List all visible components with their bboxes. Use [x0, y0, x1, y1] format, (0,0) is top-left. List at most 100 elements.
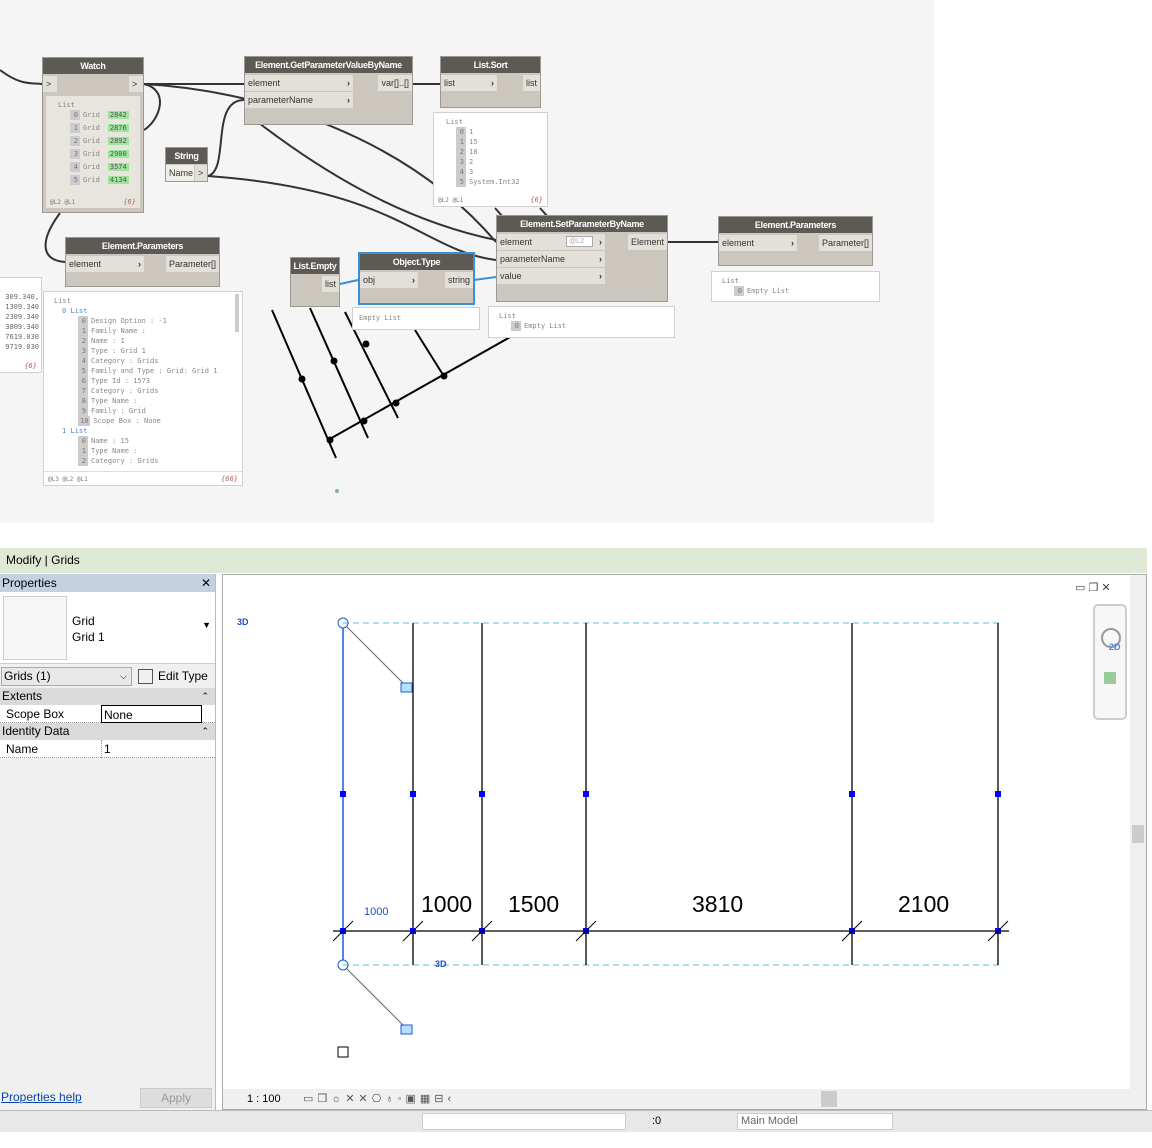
design-option-select[interactable]: Main Model	[737, 1113, 893, 1130]
watch-output-port[interactable]: >	[129, 76, 143, 92]
list-value: 2900	[107, 150, 129, 158]
list-sort-node[interactable]: List.Sort list › list	[440, 56, 541, 108]
3d-extent-label[interactable]: 3D	[435, 959, 447, 969]
element-input-port[interactable]: element ›	[245, 75, 353, 91]
parametername-input-port[interactable]: parameterName ›	[497, 251, 605, 267]
list-index: 4	[78, 356, 88, 366]
preview-scrollbar[interactable]	[235, 294, 239, 332]
property-group-header[interactable]: Identity Data ⌃	[0, 723, 215, 740]
port-label: parameterName	[500, 254, 566, 264]
list-index: 1	[70, 123, 80, 133]
list-item: 9 Family : Grid	[54, 406, 242, 416]
string-value-input[interactable]: Name	[166, 165, 194, 181]
vertical-scrollbar[interactable]	[1130, 575, 1146, 1091]
type-selector[interactable]: Grid Grid 1 ▼	[0, 592, 215, 664]
close-icon[interactable]: ✕	[201, 574, 211, 592]
navigation-bar[interactable]: 2D	[1093, 604, 1127, 720]
apply-button[interactable]: Apply	[140, 1088, 212, 1108]
output-port[interactable]: var[]..[]	[378, 75, 412, 91]
property-group-header[interactable]: Extents ⌃	[0, 688, 215, 705]
list-item: 1 Family Name :	[54, 326, 242, 336]
drawing-area[interactable]: 3D 3D 1000 1000 1500 3810 2100 ▭ ❐ ✕ 2D …	[222, 574, 1147, 1110]
element-input-port[interactable]: element ›	[66, 256, 144, 272]
list-input-port[interactable]: list ›	[441, 75, 497, 91]
watch-node[interactable]: Watch > > List 0 Grid 2842 1 Grid 2876 2 Grid 28…	[42, 57, 144, 213]
watch-input-port[interactable]: >	[43, 76, 57, 92]
port-label: element	[69, 259, 102, 269]
list-item: 5 System.Int32	[446, 177, 547, 187]
zoom-icon[interactable]	[1104, 672, 1116, 684]
element-input-port[interactable]: element ›	[719, 235, 797, 251]
string-node[interactable]: String Name >	[165, 147, 208, 182]
properties-help-link[interactable]: Properties help	[1, 1090, 82, 1104]
list-item: 3 Type : Grid 1	[54, 346, 242, 356]
horizontal-scrollbar-thumb[interactable]	[821, 1091, 837, 1107]
property-value-field[interactable]: None	[101, 705, 202, 723]
list-index: 5	[78, 366, 88, 376]
parameters-output-port[interactable]: Parameter[]	[818, 235, 872, 251]
list-item: 6 Type Id : 1573	[54, 376, 242, 386]
revit-window: Modify | Grids Properties ✕ Grid Grid 1 ▼…	[0, 548, 1152, 1148]
dimension-text[interactable]: 1500	[508, 891, 559, 918]
element-input-port[interactable]: element @L2 ›	[497, 234, 605, 250]
dropdown-arrow-icon[interactable]: ▼	[202, 620, 211, 630]
workset-select[interactable]	[422, 1113, 626, 1130]
list-empty-node[interactable]: List.Empty list	[290, 257, 340, 307]
list-item: 43	[446, 167, 547, 177]
list-output-port[interactable]: list	[523, 75, 540, 91]
list-value: Family and Type : Grid: Grid 1	[91, 367, 218, 375]
3d-extent-label[interactable]: 3D	[237, 617, 249, 627]
contextual-ribbon-tab[interactable]: Modify | Grids	[0, 548, 1147, 573]
editable-count: :0	[652, 1115, 662, 1127]
sublist-label[interactable]: 0 List	[54, 306, 242, 316]
list-value: Name : 15	[91, 437, 129, 445]
lacing-stepper[interactable]: @L2	[566, 236, 593, 247]
node-title: Watch	[43, 58, 143, 74]
temporary-dimension[interactable]: 1000	[364, 906, 388, 918]
list-value: System.Int32	[469, 178, 520, 186]
set-parameter-preview: List 0 Empty List	[488, 306, 675, 338]
get-parameter-node[interactable]: Element.GetParameterValueByName element ›…	[244, 56, 413, 125]
element-parameters-node-2[interactable]: Element.Parameters element › Parameter[]	[718, 216, 873, 266]
node-title: Element.Parameters	[66, 238, 219, 254]
preview-text: Empty List	[359, 314, 402, 322]
sublist-label[interactable]: 1 List	[54, 426, 242, 436]
group-name: Extents	[2, 689, 43, 703]
property-value-field[interactable]: 1	[101, 740, 202, 758]
list-type: Grid	[83, 163, 100, 171]
list-output-port[interactable]: list	[322, 276, 339, 292]
list-value: Category : Grids	[91, 387, 159, 395]
parameters-output-port[interactable]: Parameter[]	[165, 256, 219, 272]
list-item: 2 Grid 2892	[58, 136, 140, 146]
list-index: 1	[456, 137, 466, 147]
view-window-controls[interactable]: ▭ ❐ ✕	[1075, 581, 1111, 594]
parametername-input-port[interactable]: parameterName ›	[245, 92, 353, 108]
group-name: Identity Data	[2, 724, 70, 738]
list-index: 10	[78, 416, 91, 426]
grid-sketch	[271, 307, 513, 459]
obj-input-port[interactable]: obj ›	[360, 272, 418, 288]
dynamo-canvas[interactable]: Watch > > List 0 Grid 2842 1 Grid 2876 2 Grid 28…	[0, 0, 934, 523]
string-output-port[interactable]: >	[195, 165, 207, 181]
view-scale[interactable]: 1 : 100	[247, 1089, 281, 1109]
element-output-port[interactable]: Element	[627, 234, 667, 250]
view-control-icons[interactable]: ▭❒☼✕✕⎔♁◦▣▦⊟‹	[303, 1089, 455, 1109]
collapse-icon[interactable]: ⌃	[201, 723, 209, 740]
instance-filter-select[interactable]: Grids (1) ⌵	[1, 667, 132, 686]
string-output-port[interactable]: string	[444, 272, 473, 288]
set-parameter-node[interactable]: Element.SetParameterByName element @L2 › p…	[496, 215, 668, 302]
dimension-text[interactable]: 2100	[898, 891, 949, 918]
value-input-port[interactable]: value ›	[497, 268, 605, 284]
list-value: 3809.340	[5, 323, 39, 331]
list-index: 0	[78, 316, 88, 326]
grid-view[interactable]	[223, 575, 1148, 1111]
list-count: {66}	[221, 475, 238, 483]
element-parameters-node[interactable]: Element.Parameters element › Parameter[]	[65, 237, 220, 287]
edit-type-button[interactable]: Edit Type	[138, 667, 208, 686]
object-type-node[interactable]: Object.Type obj › string	[358, 252, 475, 305]
list-levels: @L3 @L2 @L1	[48, 476, 88, 483]
dimension-text[interactable]: 1000	[421, 891, 472, 918]
dimension-text[interactable]: 3810	[692, 891, 743, 918]
collapse-icon[interactable]: ⌃	[201, 688, 209, 705]
list-value: Scope Box : None	[93, 417, 161, 425]
